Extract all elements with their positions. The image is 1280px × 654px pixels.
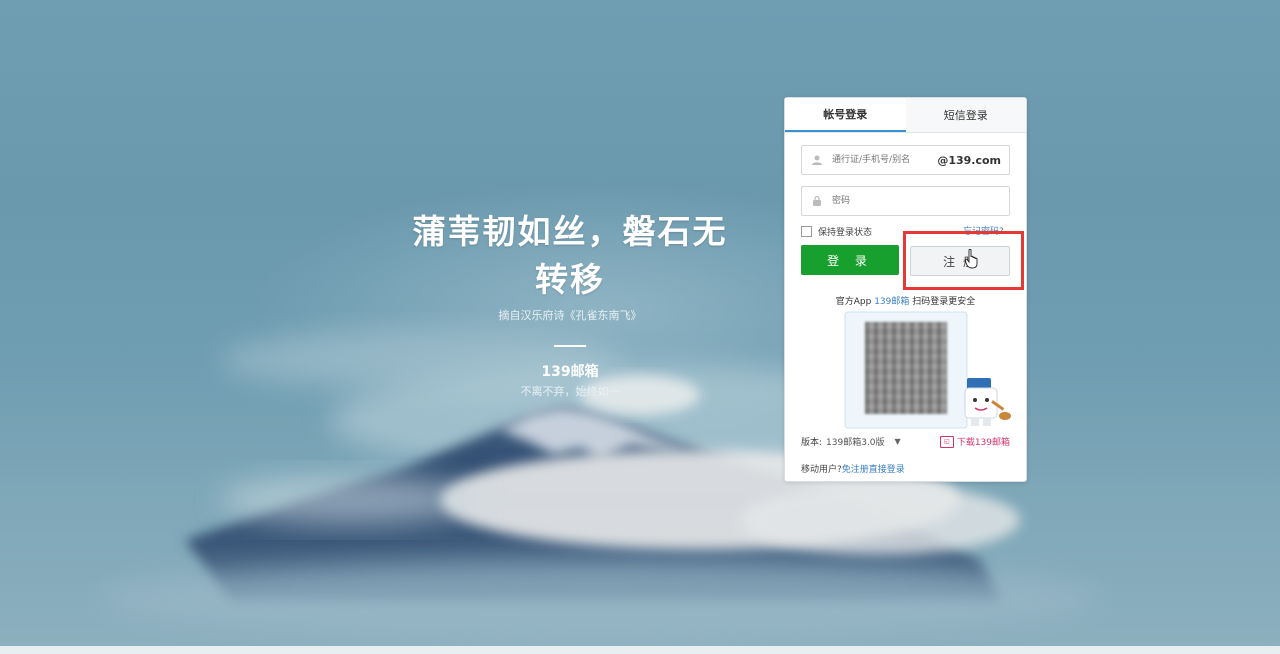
app-prefix: 官方App xyxy=(835,297,872,307)
login-tabs: 帐号登录 短信登录 xyxy=(785,98,1026,133)
lock-icon xyxy=(810,194,824,208)
password-input[interactable] xyxy=(830,195,1009,207)
version-row: 版本: 139邮箱3.0版 ▼ ◱ 下载139邮箱 xyxy=(801,435,1010,448)
app-suffix: 扫码登录更安全 xyxy=(912,297,976,307)
slogan-divider xyxy=(554,345,586,347)
remember-login[interactable]: 保持登录状态 xyxy=(801,225,872,238)
bottom-strip xyxy=(0,646,1280,654)
slogan-source: 摘自汉乐府诗《孔雀东南飞》 xyxy=(498,309,642,322)
login-page: 蒲苇韧如丝，磐石无转移 摘自汉乐府诗《孔雀东南飞》 139邮箱 不离不弃，始终如… xyxy=(0,0,1280,654)
username-field[interactable]: @139.com xyxy=(801,145,1010,175)
remember-label: 保持登录状态 xyxy=(818,228,873,238)
user-icon xyxy=(810,153,824,167)
caret-down-icon[interactable]: ▼ xyxy=(895,437,901,446)
app-promo: 官方App 139邮箱 扫码登录更安全 xyxy=(785,294,1026,307)
login-button[interactable]: 登 录 xyxy=(801,245,899,275)
download-app-link[interactable]: ◱ 下载139邮箱 xyxy=(939,435,1010,448)
qr-code[interactable] xyxy=(865,322,947,414)
mobile-direct-login-link[interactable]: 免注册直接登录 xyxy=(842,465,905,475)
slogan-block: 蒲苇韧如丝，磐石无转移 摘自汉乐府诗《孔雀东南飞》 139邮箱 不离不弃，始终如… xyxy=(400,205,740,399)
brand-tagline: 不离不弃，始终如一 xyxy=(520,385,620,398)
mascot-icon xyxy=(961,374,1013,435)
domain-suffix: @139.com xyxy=(937,153,1001,167)
tab-account-login[interactable]: 帐号登录 xyxy=(785,98,906,132)
register-highlight-box xyxy=(903,231,1024,290)
tab-sms-login[interactable]: 短信登录 xyxy=(906,98,1027,132)
password-field[interactable] xyxy=(801,186,1010,216)
username-input[interactable] xyxy=(830,154,938,166)
slogan-title: 蒲苇韧如丝，磐石无转移 xyxy=(412,212,728,299)
remember-checkbox[interactable] xyxy=(801,226,812,237)
download-icon: ◱ xyxy=(939,435,954,448)
brand-name: 139邮箱 xyxy=(541,364,599,380)
mobile-login-line: 移动用户?免注册直接登录 xyxy=(801,462,905,475)
version-select[interactable]: 139邮箱3.0版 xyxy=(826,435,885,448)
qr-area xyxy=(843,310,969,430)
app-link[interactable]: 139邮箱 xyxy=(874,297,909,307)
version-label: 版本: xyxy=(801,438,823,448)
download-label: 下载139邮箱 xyxy=(956,438,1010,448)
mobile-prefix: 移动用户? xyxy=(801,465,842,475)
